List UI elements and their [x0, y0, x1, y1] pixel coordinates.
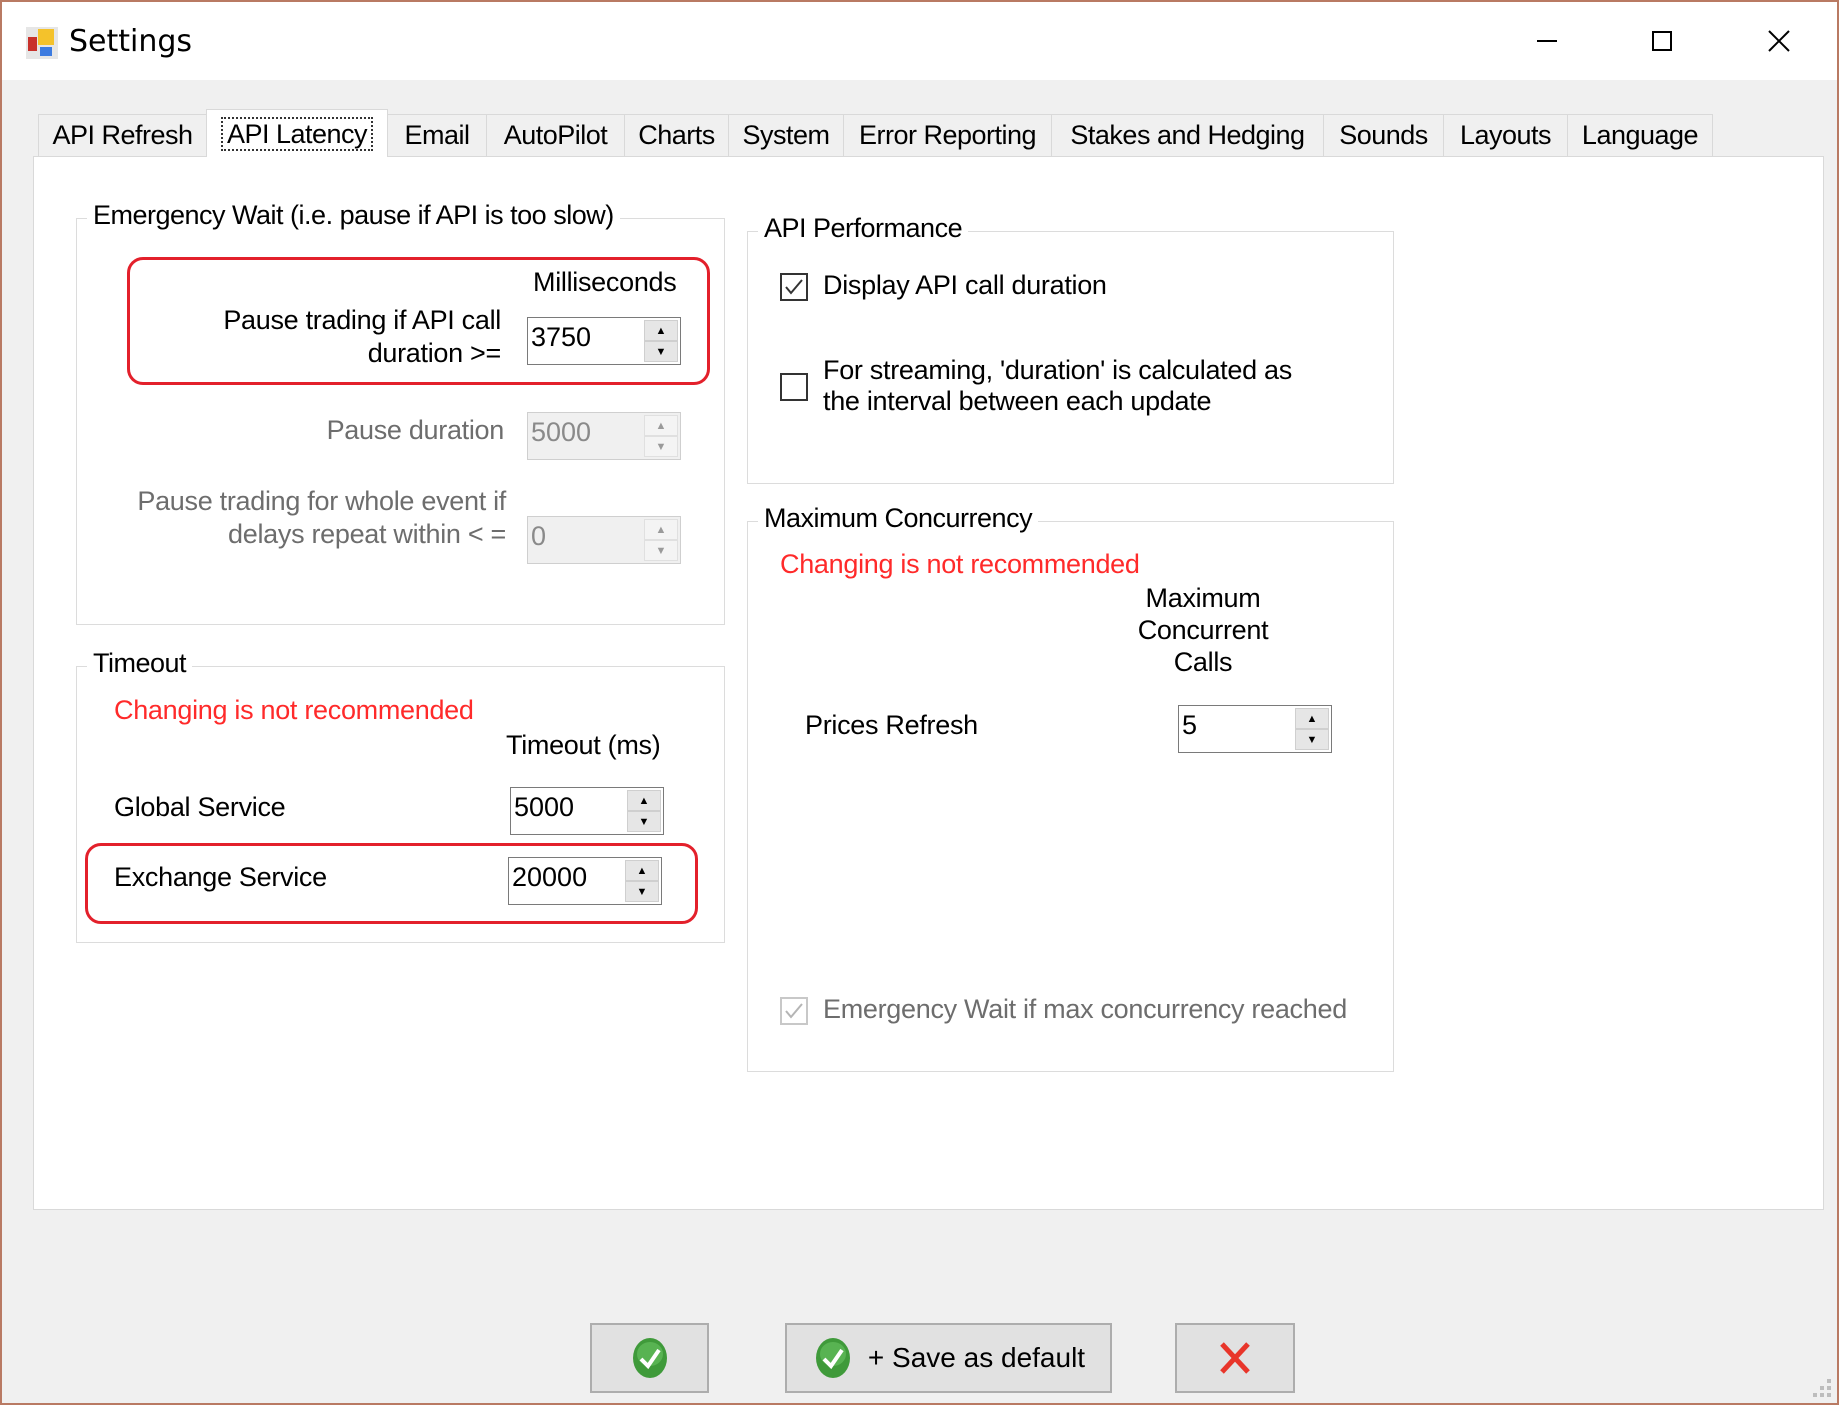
whole-event-spinner[interactable]: ▲▼ — [527, 516, 681, 564]
exchange-service-input[interactable] — [512, 862, 592, 893]
whole-event-label-line2: delays repeat within < = — [228, 519, 506, 549]
spin-up-arrow-icon[interactable]: ▲ — [627, 790, 661, 811]
exchange-service-label: Exchange Service — [114, 862, 327, 892]
exchange-service-spinner[interactable]: ▲▼ — [508, 857, 662, 905]
tab-system[interactable]: System — [728, 114, 844, 156]
spin-down-arrow-icon[interactable]: ▼ — [644, 341, 678, 362]
timeout-ms-header: Timeout (ms) — [506, 730, 661, 760]
green-check-icon — [815, 1338, 850, 1378]
pause-threshold-label-line2: duration >= — [367, 338, 502, 368]
tab-autopilot[interactable]: AutoPilot — [486, 114, 625, 156]
pause-duration-spinner[interactable]: ▲▼ — [527, 412, 681, 460]
global-service-input[interactable] — [514, 792, 594, 823]
spin-up-arrow-icon[interactable]: ▲ — [644, 320, 678, 341]
maximize-button[interactable] — [1607, 2, 1717, 80]
pause-threshold-input[interactable] — [531, 322, 611, 353]
cancel-button[interactable] — [1175, 1323, 1295, 1393]
tab-api-latency[interactable]: API Latency — [206, 109, 388, 157]
spin-down-arrow-icon[interactable]: ▼ — [644, 540, 678, 561]
maximize-icon — [1652, 31, 1672, 51]
checkmark-icon — [785, 1003, 803, 1019]
spin-down-arrow-icon[interactable]: ▼ — [627, 811, 661, 832]
title-bar: Settings — [2, 2, 1837, 80]
window-title: Settings — [69, 24, 193, 59]
milliseconds-header: Milliseconds — [533, 267, 677, 297]
tab-error-reporting[interactable]: Error Reporting — [843, 114, 1052, 156]
spin-down-arrow-icon[interactable]: ▼ — [625, 881, 659, 902]
timeout-title: Timeout — [87, 648, 193, 679]
concurrency-warning: Changing is not recommended — [780, 549, 1140, 579]
ok-button[interactable] — [590, 1323, 709, 1393]
spin-down-arrow-icon[interactable]: ▼ — [644, 436, 678, 457]
tab-layouts[interactable]: Layouts — [1443, 114, 1568, 156]
red-x-icon — [1220, 1342, 1250, 1374]
streaming-duration-label-line2[interactable]: the interval between each update — [823, 386, 1212, 417]
tab-language[interactable]: Language — [1567, 114, 1713, 156]
global-service-spinner[interactable]: ▲▼ — [510, 787, 664, 835]
global-service-label: Global Service — [114, 792, 286, 822]
tab-charts[interactable]: Charts — [624, 114, 729, 156]
spin-up-arrow-icon[interactable]: ▲ — [644, 415, 678, 436]
minimize-icon — [1537, 40, 1557, 42]
max-calls-header-line2: Concurrent — [1137, 615, 1269, 645]
whole-event-input[interactable] — [531, 521, 611, 552]
tab-stakes-and-hedging[interactable]: Stakes and Hedging — [1051, 114, 1324, 156]
minimize-button[interactable] — [1492, 2, 1602, 80]
close-button[interactable] — [1724, 2, 1834, 80]
tab-panel-api-latency: Emergency Wait (i.e. pause if API is too… — [33, 156, 1824, 1210]
max-concurrency-title: Maximum Concurrency — [758, 503, 1039, 534]
emergency-wait-title: Emergency Wait (i.e. pause if API is too… — [87, 200, 620, 231]
max-concurrency-group: Maximum Concurrency — [747, 503, 1394, 1072]
spin-up-arrow-icon[interactable]: ▲ — [1295, 708, 1329, 729]
whole-event-label-line1: Pause trading for whole event if — [137, 486, 506, 516]
save-as-default-button[interactable]: + Save as default — [785, 1323, 1112, 1393]
streaming-duration-checkbox[interactable] — [780, 373, 808, 401]
prices-refresh-input[interactable] — [1182, 710, 1262, 741]
close-icon — [1768, 30, 1790, 52]
settings-app-icon — [26, 27, 58, 59]
emergency-wait-concurrency-checkbox[interactable] — [780, 997, 808, 1025]
spin-up-arrow-icon[interactable]: ▲ — [644, 519, 678, 540]
emergency-wait-concurrency-label[interactable]: Emergency Wait if max concurrency reache… — [823, 994, 1347, 1025]
display-duration-checkbox[interactable] — [780, 273, 808, 301]
checkmark-icon — [785, 279, 803, 295]
pause-duration-label: Pause duration — [326, 415, 505, 445]
api-performance-title: API Performance — [758, 213, 969, 244]
max-calls-header-line1: Maximum — [1145, 583, 1261, 613]
save-as-default-label: + Save as default — [867, 1342, 1086, 1373]
pause-threshold-label-line1: Pause trading if API call — [223, 305, 501, 335]
spin-up-arrow-icon[interactable]: ▲ — [625, 860, 659, 881]
tab-sounds[interactable]: Sounds — [1323, 114, 1444, 156]
tab-email[interactable]: Email — [387, 114, 487, 156]
prices-refresh-label: Prices Refresh — [805, 710, 978, 740]
prices-refresh-spinner[interactable]: ▲▼ — [1178, 705, 1332, 753]
streaming-duration-label-line1[interactable]: For streaming, 'duration' is calculated … — [823, 355, 1292, 386]
pause-threshold-spinner[interactable]: ▲▼ — [527, 317, 681, 365]
max-calls-header-line3: Calls — [1173, 647, 1233, 677]
spin-down-arrow-icon[interactable]: ▼ — [1295, 729, 1329, 750]
green-check-icon — [632, 1338, 667, 1378]
display-duration-label[interactable]: Display API call duration — [823, 270, 1107, 301]
pause-duration-input[interactable] — [531, 417, 611, 448]
tab-api-refresh[interactable]: API Refresh — [38, 114, 207, 156]
timeout-warning: Changing is not recommended — [114, 695, 474, 725]
resize-grip-icon[interactable] — [1811, 1377, 1833, 1399]
